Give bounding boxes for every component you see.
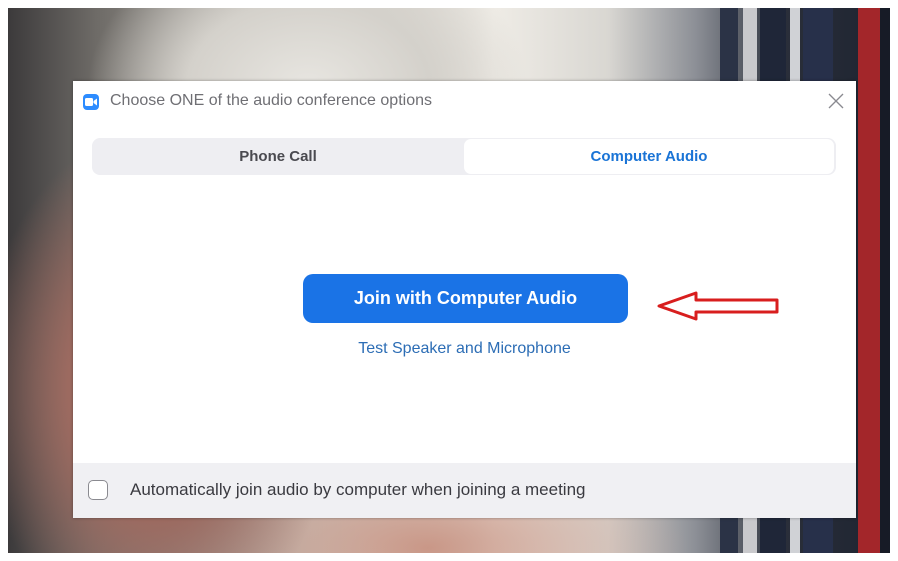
test-speaker-microphone-link[interactable]: Test Speaker and Microphone	[73, 340, 856, 358]
tab-computer-audio[interactable]: Computer Audio	[464, 139, 834, 174]
bookshelf-decoration	[880, 8, 890, 553]
close-icon	[828, 93, 844, 109]
zoom-camera-icon	[83, 94, 99, 110]
tab-phone-call[interactable]: Phone Call	[92, 138, 464, 175]
audio-options-dialog: Choose ONE of the audio conference optio…	[73, 81, 856, 518]
auto-join-audio-checkbox[interactable]	[88, 480, 108, 500]
audio-mode-tabs: Phone Call Computer Audio	[92, 138, 836, 175]
red-arrow-left-icon	[657, 291, 779, 321]
dialog-titlebar: Choose ONE of the audio conference optio…	[73, 81, 856, 121]
dialog-title: Choose ONE of the audio conference optio…	[110, 92, 432, 109]
auto-join-audio-label[interactable]: Automatically join audio by computer whe…	[130, 480, 585, 500]
join-with-computer-audio-button[interactable]: Join with Computer Audio	[303, 274, 628, 323]
screenshot-frame: Choose ONE of the audio conference optio…	[0, 0, 898, 561]
bookshelf-decoration	[858, 8, 880, 553]
dialog-footer: Automatically join audio by computer whe…	[73, 463, 856, 518]
close-button[interactable]	[826, 91, 846, 111]
